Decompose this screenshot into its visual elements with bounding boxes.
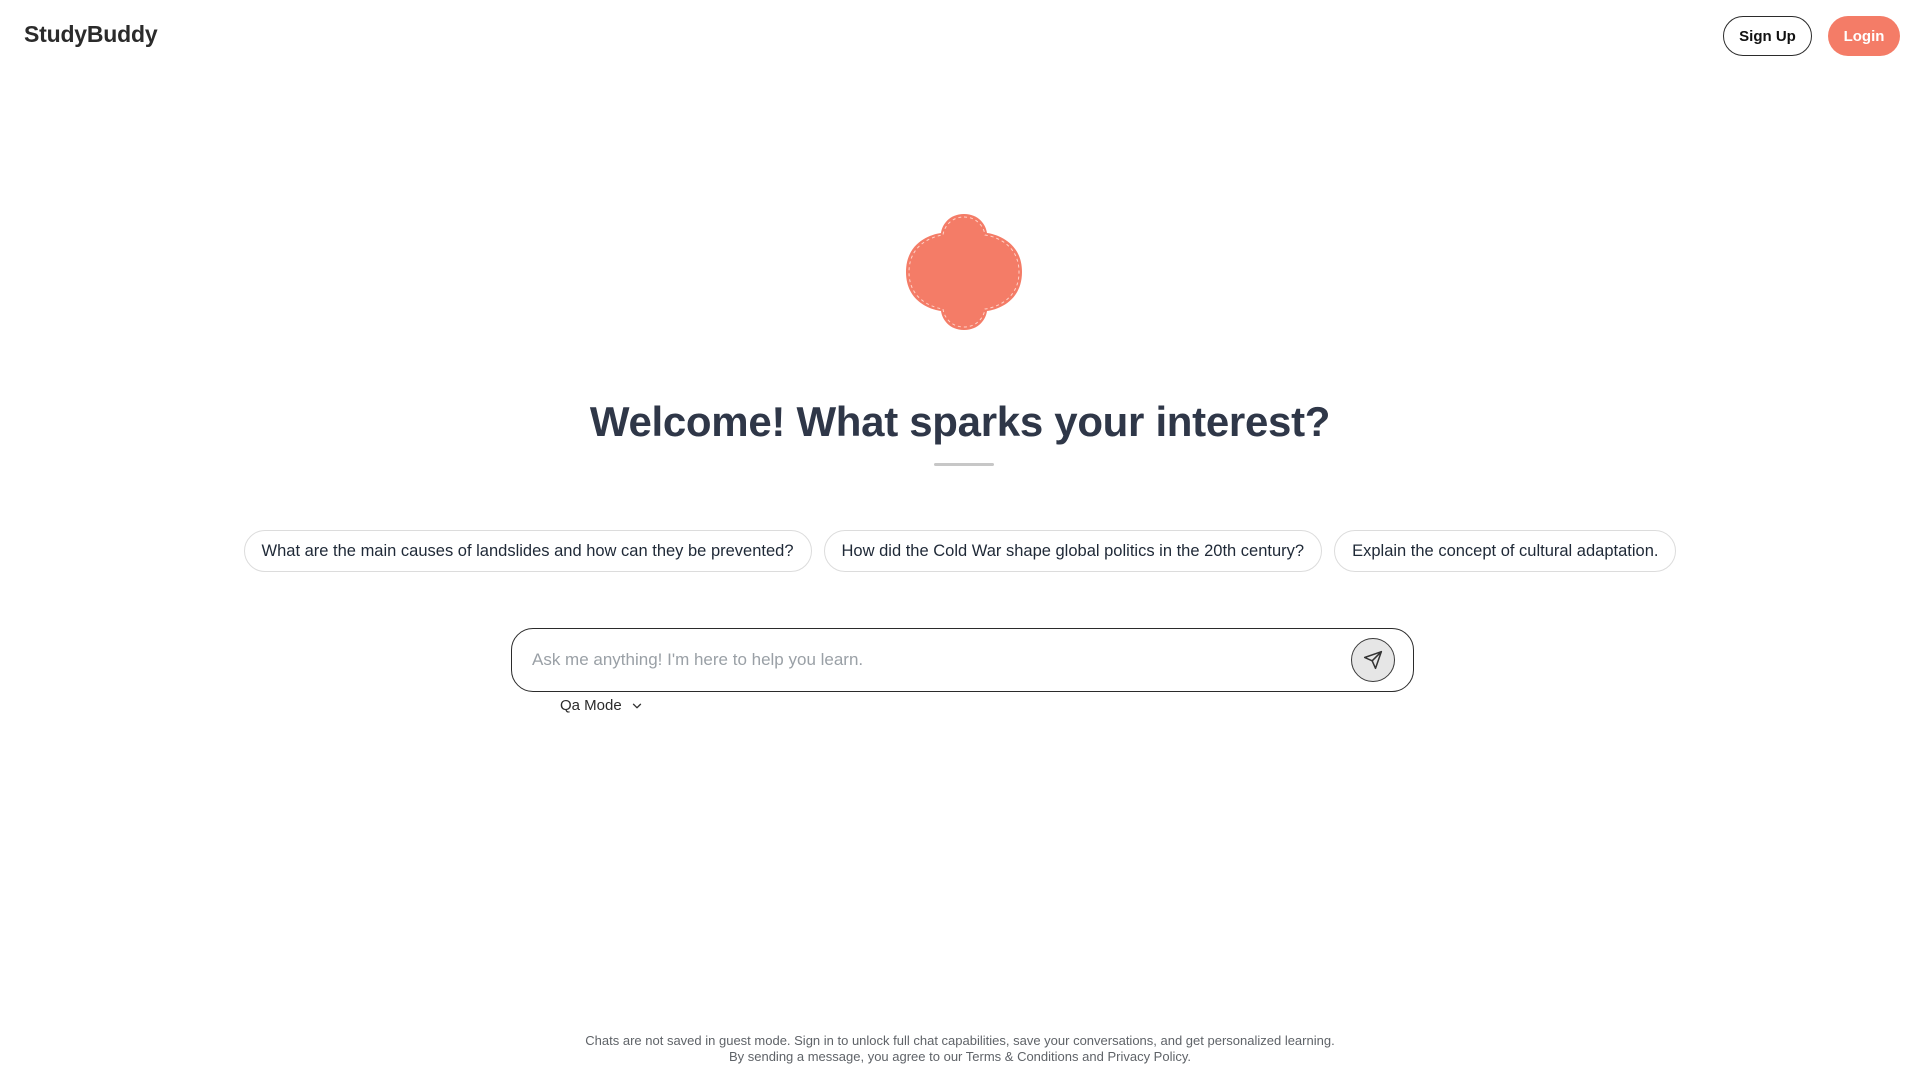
send-button[interactable] <box>1351 638 1395 682</box>
brand-logo-text[interactable]: StudyBuddy <box>24 21 158 48</box>
suggestion-chip-landslides[interactable]: What are the main causes of landslides a… <box>243 530 812 572</box>
guest-mode-notice: Chats are not saved in guest mode. Sign … <box>585 1033 1335 1048</box>
chat-input[interactable] <box>530 644 1351 676</box>
page: StudyBuddy Sign Up Login Welcome! What s… <box>0 0 1920 1080</box>
footer-disclaimer: Chats are not saved in guest mode. Sign … <box>0 1033 1920 1065</box>
login-button[interactable]: Login <box>1828 16 1900 56</box>
agreement-prefix: By sending a message, you agree to our <box>728 1049 963 1064</box>
agreement-and: and <box>1082 1049 1104 1064</box>
page-title: Welcome! What sparks your interest? <box>589 398 1331 445</box>
title-divider <box>934 463 994 466</box>
suggestion-list: What are the main causes of landslides a… <box>0 530 1920 572</box>
agreement-notice: By sending a message, you agree to our T… <box>0 1049 1920 1065</box>
terms-link[interactable]: Terms & Conditions <box>966 1049 1079 1064</box>
sign-up-button[interactable]: Sign Up <box>1723 16 1812 56</box>
privacy-link[interactable]: Privacy Policy <box>1107 1049 1187 1064</box>
suggestion-chip-cultural-adaptation[interactable]: Explain the concept of cultural adaptati… <box>1334 530 1677 572</box>
chevron-down-icon <box>632 703 641 708</box>
suggestion-chip-cold-war[interactable]: How did the Cold War shape global politi… <box>823 530 1323 572</box>
send-icon <box>1363 650 1383 670</box>
clover-blob-icon <box>906 214 1022 330</box>
header-actions: Sign Up Login <box>1723 16 1900 56</box>
mode-dropdown-label: Qa Mode <box>560 697 622 714</box>
agreement-period: . <box>1187 1049 1192 1064</box>
mode-dropdown[interactable]: Qa Mode <box>560 697 644 714</box>
chat-composer <box>511 628 1414 692</box>
